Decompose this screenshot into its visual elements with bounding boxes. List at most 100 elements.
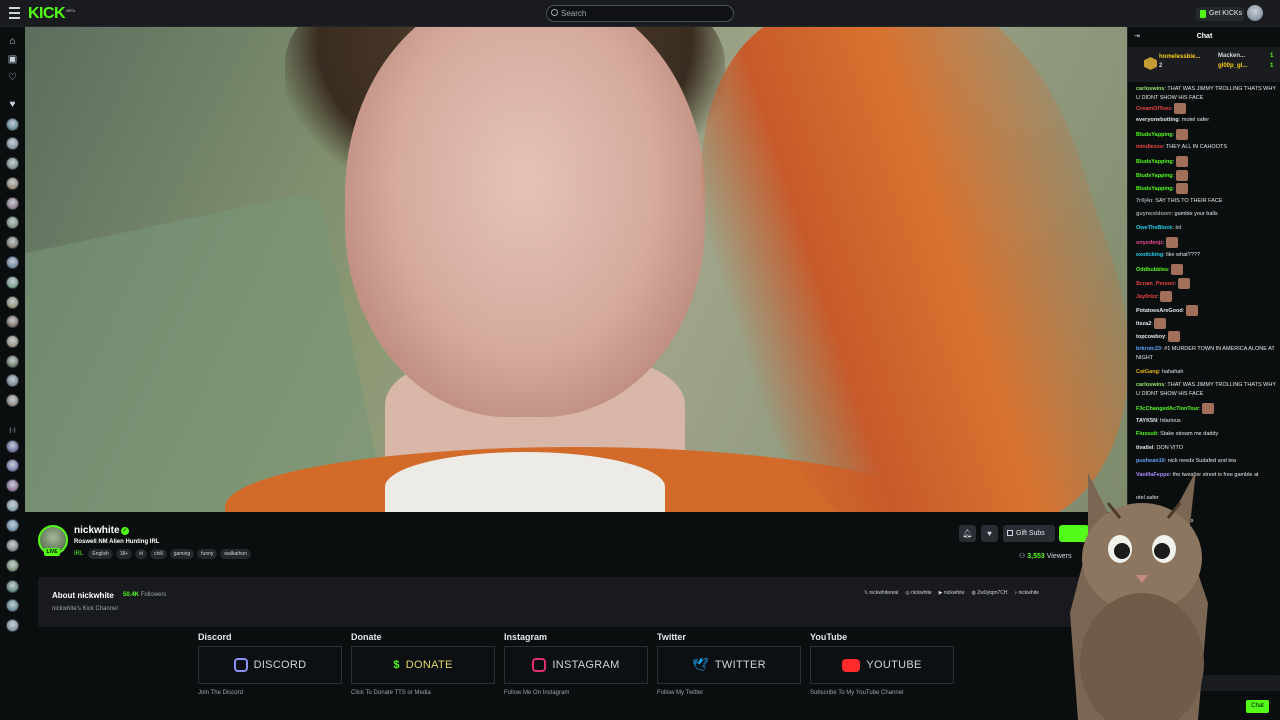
chat-username[interactable]: onyxdenjz — [1136, 240, 1163, 246]
instagram-panel-button[interactable]: INSTAGRAM — [504, 646, 648, 684]
kick-logo[interactable]: KICKBETA — [28, 5, 75, 23]
emote-image — [1171, 264, 1184, 275]
chat-username[interactable]: BludsYapping — [1136, 159, 1173, 165]
chat-username[interactable]: CatGang — [1136, 369, 1159, 375]
sidebar-channel-avatar[interactable] — [6, 479, 19, 492]
collapse-chat-icon[interactable]: ⇥ — [1134, 33, 1141, 40]
search-input[interactable]: Search — [546, 5, 734, 22]
chat-username[interactable]: 7r0j4n — [1136, 198, 1152, 204]
video-player[interactable] — [25, 27, 1127, 512]
chat-username[interactable]: Oddbubbles — [1136, 267, 1168, 273]
sidebar-channel-avatar[interactable] — [6, 315, 19, 328]
sidebar-channel-avatar[interactable] — [6, 619, 19, 632]
youtube-panel-button[interactable]: YOUTUBE — [810, 646, 954, 684]
chat-username[interactable]: PotatoesAreGood — [1136, 308, 1183, 314]
sidebar-channel-avatar[interactable] — [6, 236, 19, 249]
following-icon[interactable]: ♡ — [7, 72, 18, 83]
chat-username[interactable]: BludsYapping — [1136, 173, 1173, 179]
discord-panel-button[interactable]: DISCORD — [198, 646, 342, 684]
chat-username[interactable]: mindlessx — [1136, 144, 1163, 150]
sidebar-channel-avatar[interactable] — [6, 394, 19, 407]
chat-username[interactable]: BludsYapping — [1136, 186, 1173, 192]
social-link-instagram[interactable]: ◎ nickwhite — [905, 590, 931, 596]
browse-icon[interactable]: ▣ — [7, 54, 18, 65]
category-link[interactable]: IRL — [74, 551, 83, 557]
chat-username[interactable]: Jay0rizz — [1136, 294, 1157, 300]
chat-message: brkrotc23: #1 MURDER TOWN IN AMERICA ALO… — [1136, 345, 1276, 363]
chat-username[interactable]: exoticking — [1136, 252, 1163, 258]
favorites-icon[interactable]: ♥ — [7, 99, 18, 110]
chat-username[interactable]: BludsYapping — [1136, 132, 1173, 138]
gifter-name[interactable]: gl00p_gl... — [1218, 63, 1247, 69]
sidebar-channel-avatar[interactable] — [6, 296, 19, 309]
chat-text: DON VITO — [1156, 445, 1184, 451]
chat-username[interactable]: brkrotc23 — [1136, 346, 1161, 352]
sidebar-channel-avatar[interactable] — [6, 137, 19, 150]
gifter-name[interactable]: Macken... — [1218, 53, 1245, 59]
chat-text: SAY THIS TO THEIR FACE — [1155, 198, 1223, 204]
chat-send-button[interactable]: Chat — [1246, 700, 1269, 713]
tag[interactable]: walkathon — [220, 549, 251, 559]
tag[interactable]: funny — [197, 549, 218, 559]
social-link-youtube[interactable]: ▶ nickwhite — [939, 590, 965, 596]
gift-subs-button[interactable]: Gift Subs — [1003, 525, 1055, 542]
sidebar-channel-avatar[interactable] — [6, 539, 19, 552]
sidebar-channel-avatar[interactable] — [6, 440, 19, 453]
follow-heart-button[interactable]: ♥ — [981, 525, 998, 542]
chat-username[interactable]: OweTheBlock — [1136, 225, 1172, 231]
left-sidebar: ⌂ ▣ ♡ ♥ ⟨·⟩ — [0, 27, 25, 720]
sidebar-channel-avatar[interactable] — [6, 519, 19, 532]
sidebar-channel-avatar[interactable] — [6, 459, 19, 472]
panel-footer: Follow Me On Instagram — [504, 690, 570, 696]
sidebar-channel-avatar[interactable] — [6, 499, 19, 512]
sidebar-channel-avatar[interactable] — [6, 374, 19, 387]
chat-username[interactable]: Fluxsuit — [1136, 431, 1157, 437]
sidebar-channel-avatar[interactable] — [6, 276, 19, 289]
notification-bell-button[interactable]: 🔔︎ — [959, 525, 976, 542]
tag[interactable]: English — [88, 549, 113, 559]
twitter-panel-button[interactable]: 🕊︎ TWITTER — [657, 646, 801, 684]
sidebar-channel-avatar[interactable] — [6, 216, 19, 229]
chat-message: Fluxsuit: Stake stream me daddy — [1136, 430, 1276, 439]
dollar-icon: $ — [393, 659, 400, 671]
sidebar-channel-avatar[interactable] — [6, 559, 19, 572]
sidebar-channel-avatar[interactable] — [6, 197, 19, 210]
sidebar-channel-avatar[interactable] — [6, 355, 19, 368]
sidebar-channel-avatar[interactable] — [6, 599, 19, 612]
tag[interactable]: irl — [135, 549, 148, 559]
chat-username[interactable]: carloswins — [1136, 86, 1164, 92]
sidebar-channel-avatar[interactable] — [6, 118, 19, 131]
chat-username[interactable]: Scram_Person — [1136, 281, 1175, 287]
channel-name[interactable]: nickwhite — [74, 525, 120, 536]
donate-panel-button[interactable]: $ DONATE — [351, 646, 495, 684]
get-kicks-button[interactable]: Get KICKs — [1196, 7, 1244, 21]
chat-message: PotatoesAreGood: — [1136, 305, 1276, 316]
menu-icon[interactable] — [9, 7, 20, 19]
chat-username[interactable]: CreamOfTeez — [1136, 106, 1171, 112]
social-link-x[interactable]: 𝕏 nickwhitereal — [864, 590, 898, 596]
sidebar-channel-avatar[interactable] — [6, 157, 19, 170]
discord-icon — [233, 658, 248, 672]
chat-username[interactable]: carloswins — [1136, 382, 1164, 388]
tag[interactable]: gaming — [169, 549, 195, 559]
chat-username[interactable]: everyonebotting — [1136, 117, 1179, 123]
sidebar-channel-avatar[interactable] — [6, 256, 19, 269]
tag[interactable]: chill — [150, 549, 167, 559]
social-link-tiktok[interactable]: ♪ nickwhite — [1015, 590, 1039, 596]
user-avatar[interactable] — [1247, 5, 1263, 21]
home-icon[interactable]: ⌂ — [7, 36, 18, 47]
chat-username[interactable]: TAYK5N — [1136, 418, 1157, 424]
chat-username[interactable]: tivatlel — [1136, 445, 1153, 451]
sidebar-channel-avatar[interactable] — [6, 580, 19, 593]
social-link-discord[interactable]: ◍ Zw0ytqm7CH — [971, 590, 1007, 596]
chat-username[interactable]: F3cChangedAc7lonTour — [1136, 406, 1199, 412]
gifter-count: 1 — [1270, 53, 1274, 59]
chat-text: motel safer — [1181, 117, 1210, 123]
sidebar-channel-avatar[interactable] — [6, 177, 19, 190]
gifter-name[interactable]: homelessbie... — [1159, 54, 1200, 60]
sidebar-channel-avatar[interactable] — [6, 335, 19, 348]
chat-username[interactable]: topcowboy — [1136, 334, 1165, 340]
tag[interactable]: 18+ — [115, 549, 133, 559]
chat-username[interactable]: itsza2 — [1136, 321, 1151, 327]
chat-username[interactable]: guynextdoorr — [1136, 211, 1171, 217]
